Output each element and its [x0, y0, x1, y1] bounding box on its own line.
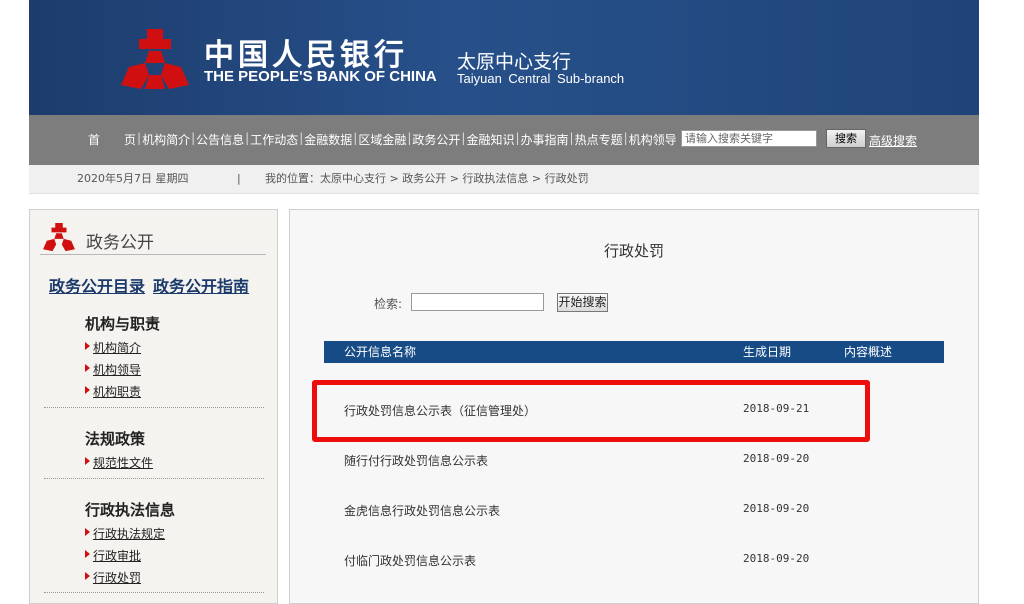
advanced-search-link[interactable]: 高级搜索	[869, 132, 917, 149]
highlight-annotation-box	[312, 380, 870, 442]
site-search-button[interactable]: 搜索	[826, 129, 866, 148]
row-date: 2018-09-20	[743, 452, 810, 465]
section-title: 机构与职责	[85, 315, 161, 333]
search-label: 检索:	[374, 297, 403, 311]
sidebar: 政务公开 政务公开目录 政务公开指南 机构与职责 机构简介 机构领导 机构职责 法…	[29, 209, 278, 604]
pboc-emblem-icon	[121, 29, 189, 89]
nav-item[interactable]: 机构领导	[628, 131, 678, 148]
main-navigation: 首 页 | 机构简介 | 公告信息 | 工作动态 | 金融数据 | 区域金融 | 政务公开 | 金融知识 | 办…	[29, 115, 979, 165]
branch-name-chinese: 太原中心支行	[457, 51, 572, 73]
nav-item[interactable]: 工作动态	[249, 131, 299, 148]
sidebar-item-enforcement-rules[interactable]: 行政执法规定	[85, 525, 175, 542]
divider	[44, 478, 264, 479]
section-title: 行政执法信息	[85, 501, 176, 519]
sidebar-header: 政务公开	[40, 222, 266, 255]
divider	[44, 592, 264, 593]
divider	[44, 407, 264, 408]
header-banner: 中国人民银行 THE PEOPLE'S BANK OF CHINA 太原中心支行…	[29, 0, 979, 115]
section-title: 法规政策	[85, 430, 146, 448]
sidebar-section-org: 机构与职责 机构简介 机构领导 机构职责	[85, 313, 160, 400]
guide-link[interactable]: 政务公开指南	[153, 277, 249, 296]
sidebar-item-org-intro[interactable]: 机构简介	[85, 339, 160, 356]
column-header-summary: 内容概述	[844, 345, 893, 359]
sidebar-item-admin-approval[interactable]: 行政审批	[85, 547, 175, 564]
nav-item[interactable]: 机构简介	[141, 131, 191, 148]
sidebar-item-admin-penalty[interactable]: 行政处罚	[85, 569, 175, 586]
sidebar-title: 政务公开	[86, 233, 154, 253]
sidebar-section-enforcement: 行政执法信息 行政执法规定 行政审批 行政处罚	[85, 499, 175, 586]
nav-menu: 首 页 | 机构简介 | 公告信息 | 工作动态 | 金融数据 | 区域金融 | 政务公开 | 金融知识 | 办…	[87, 131, 678, 148]
column-header-date: 生成日期	[743, 345, 792, 359]
start-search-button[interactable]: 开始搜索	[557, 293, 608, 312]
breadcrumb-separator: |	[237, 172, 241, 185]
nav-item[interactable]: 政务公开	[411, 131, 461, 148]
sidebar-item-normative-docs[interactable]: 规范性文件	[85, 454, 153, 471]
nav-item[interactable]: 办事指南	[520, 131, 570, 148]
sidebar-item-org-leaders[interactable]: 机构领导	[85, 361, 160, 378]
row-title-link[interactable]: 随行付行政处罚信息公示表	[344, 452, 488, 469]
sidebar-quick-links: 政务公开目录 政务公开指南	[49, 273, 257, 297]
site-search-input[interactable]: 请输入搜索关键字	[681, 130, 817, 147]
sidebar-section-regulations: 法规政策 规范性文件	[85, 428, 153, 471]
nav-item[interactable]: 金融知识	[465, 131, 515, 148]
branch-name-english: Taiyuan Central Sub-branch	[457, 71, 625, 86]
nav-item[interactable]: 区域金融	[357, 131, 407, 148]
column-header-name: 公开信息名称	[344, 345, 417, 359]
current-date: 2020年5月7日 星期四	[77, 172, 189, 185]
page-title: 行政处罚	[603, 242, 664, 260]
row-date: 2018-09-20	[743, 502, 810, 515]
nav-item[interactable]: 金融数据	[303, 131, 353, 148]
row-title-link[interactable]: 金虎信息行政处罚信息公示表	[344, 502, 500, 519]
nav-item[interactable]: 首 页	[87, 131, 137, 148]
row-title-link[interactable]: 付临门政处罚信息公示表	[344, 552, 476, 569]
table-header: 公开信息名称 生成日期 内容概述	[324, 341, 944, 363]
nav-item[interactable]: 热点专题	[574, 131, 624, 148]
breadcrumb: 我的位置：太原中心支行 > 政务公开 > 行政执法信息 > 行政处罚	[265, 172, 589, 185]
breadcrumb-bar: 2020年5月7日 星期四 | 我的位置：太原中心支行 > 政务公开 > 行政执…	[29, 165, 979, 194]
sidebar-item-org-duties[interactable]: 机构职责	[85, 383, 160, 400]
nav-item[interactable]: 公告信息	[195, 131, 245, 148]
catalog-link[interactable]: 政务公开目录	[49, 277, 145, 296]
search-input[interactable]	[411, 293, 544, 311]
row-date: 2018-09-20	[743, 552, 810, 565]
logo-english-text: THE PEOPLE'S BANK OF CHINA	[204, 68, 437, 85]
pboc-emblem-icon	[43, 222, 75, 252]
